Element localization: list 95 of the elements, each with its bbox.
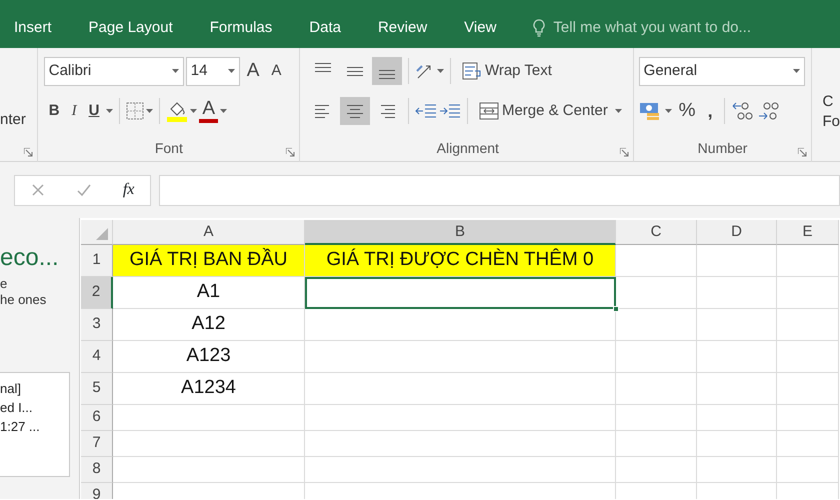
- table-cell: A1234: [113, 373, 305, 405]
- caret-icon[interactable]: [792, 69, 800, 73]
- number-format-dropdown[interactable]: General: [638, 56, 805, 86]
- table-cell: [777, 277, 839, 309]
- caret-icon[interactable]: [220, 109, 228, 113]
- row-header[interactable]: 3: [81, 309, 113, 341]
- formula-input[interactable]: [159, 174, 840, 206]
- insert-function-button[interactable]: fx: [122, 178, 134, 202]
- panel-text: e: [0, 276, 8, 292]
- dialog-launcher-icon[interactable]: [24, 148, 33, 157]
- column-header[interactable]: B: [305, 220, 616, 245]
- table-cell: GIÁ TRỊ ĐƯỢC CHÈN THÊM 0: [305, 245, 616, 277]
- ribbon-tab[interactable]: Page Layout: [88, 8, 190, 40]
- table-cell: [777, 457, 839, 483]
- row-header[interactable]: 2: [81, 277, 113, 309]
- bold-button[interactable]: B: [44, 97, 65, 125]
- caret-icon[interactable]: [228, 69, 235, 73]
- column-header[interactable]: A: [113, 220, 305, 245]
- align-bottom-button[interactable]: [372, 57, 402, 85]
- check-icon[interactable]: [76, 183, 92, 197]
- italic-button[interactable]: I: [66, 97, 82, 125]
- decrease-indent-icon[interactable]: [414, 102, 437, 120]
- align-center-button[interactable]: [340, 97, 370, 125]
- wrap-text-button[interactable]: Wrap Text: [456, 57, 557, 85]
- font-size-dropdown[interactable]: 14: [186, 56, 240, 86]
- borders-icon[interactable]: [126, 102, 144, 120]
- file-info-text: ed I...: [0, 399, 34, 417]
- row-header[interactable]: 6: [81, 405, 113, 431]
- table-cell: [777, 245, 839, 277]
- table-cell: [777, 431, 839, 457]
- group-label: Alignment: [436, 139, 499, 158]
- decrease-decimal-icon[interactable]: [756, 101, 781, 121]
- fill-handle[interactable]: [613, 306, 619, 312]
- ribbon-tab[interactable]: Data: [309, 8, 358, 40]
- panel-text: he ones: [0, 292, 48, 308]
- row-header[interactable]: 7: [81, 431, 113, 457]
- ribbon-tab[interactable]: Insert: [14, 8, 69, 40]
- row-header[interactable]: 8: [81, 457, 113, 483]
- group-label: Font: [154, 139, 183, 158]
- file-info-text: 1:27 ...: [0, 418, 41, 436]
- align-bottom-icon: [378, 69, 396, 80]
- row-header[interactable]: 1: [81, 245, 113, 277]
- file-info-text: nal]: [0, 380, 22, 398]
- table-cell: [777, 405, 839, 431]
- align-center-icon: [346, 104, 364, 118]
- dialog-launcher-icon[interactable]: [798, 148, 808, 157]
- caret-icon[interactable]: [146, 109, 154, 113]
- font-name-dropdown[interactable]: Calibri: [44, 56, 184, 86]
- increase-indent-icon[interactable]: [438, 102, 461, 120]
- active-cell[interactable]: [305, 277, 616, 309]
- underline-button[interactable]: U: [84, 97, 104, 125]
- increase-decimal-icon[interactable]: [730, 101, 755, 121]
- font-color-button[interactable]: A: [199, 99, 218, 123]
- caret-icon[interactable]: [172, 69, 179, 73]
- ribbon-tab[interactable]: Formulas: [210, 8, 290, 40]
- dialog-launcher-icon[interactable]: [286, 148, 295, 157]
- recovery-panel-title: eco...: [0, 243, 60, 273]
- table-cell: A1: [113, 277, 305, 309]
- table-cell: [777, 309, 839, 341]
- shrink-font-button[interactable]: A: [266, 57, 286, 85]
- wrap-text-icon: [462, 62, 482, 80]
- caret-icon[interactable]: [436, 69, 444, 73]
- lightbulb-icon: [533, 19, 546, 37]
- merge-center-button[interactable]: Merge & Center: [474, 97, 613, 125]
- dialog-launcher-icon[interactable]: [620, 148, 629, 157]
- row-header[interactable]: 4: [81, 341, 113, 373]
- ribbon-button-label[interactable]: C: [822, 92, 840, 112]
- ribbon-tab[interactable]: View: [464, 8, 514, 40]
- ribbon-tab[interactable]: Review: [378, 8, 444, 40]
- align-left-icon: [314, 104, 332, 118]
- percent-style-button[interactable]: %: [674, 97, 701, 125]
- column-header[interactable]: C: [616, 220, 697, 245]
- grow-font-button[interactable]: A: [242, 57, 264, 85]
- column-header[interactable]: D: [697, 220, 777, 245]
- caret-icon[interactable]: [614, 109, 622, 113]
- table-cell: [777, 373, 839, 405]
- fill-color-icon[interactable]: [166, 100, 188, 122]
- recovered-file-card[interactable]: nal] ed I... 1:27 ...: [0, 372, 70, 477]
- merge-cells-icon: [478, 102, 499, 120]
- table-cell: GIÁ TRỊ BAN ĐẦU: [113, 245, 305, 277]
- merge-center-label[interactable]: nter: [0, 109, 37, 132]
- tell-me-search[interactable]: Tell me what you want to do...: [553, 8, 752, 40]
- comma-style-button[interactable]: ,: [702, 97, 718, 125]
- table-cell: A123: [113, 341, 305, 373]
- table-cell: [777, 341, 839, 373]
- ribbon-button-label[interactable]: Fo: [822, 112, 840, 132]
- row-header[interactable]: 5: [81, 373, 113, 405]
- align-top-icon: [314, 62, 332, 73]
- caret-icon[interactable]: [106, 109, 114, 113]
- column-header[interactable]: E: [777, 220, 839, 245]
- table-cell: A12: [113, 309, 305, 341]
- caret-icon[interactable]: [664, 109, 672, 113]
- caret-icon[interactable]: [190, 109, 198, 113]
- group-label: Number: [698, 139, 748, 158]
- align-middle-icon: [346, 66, 364, 76]
